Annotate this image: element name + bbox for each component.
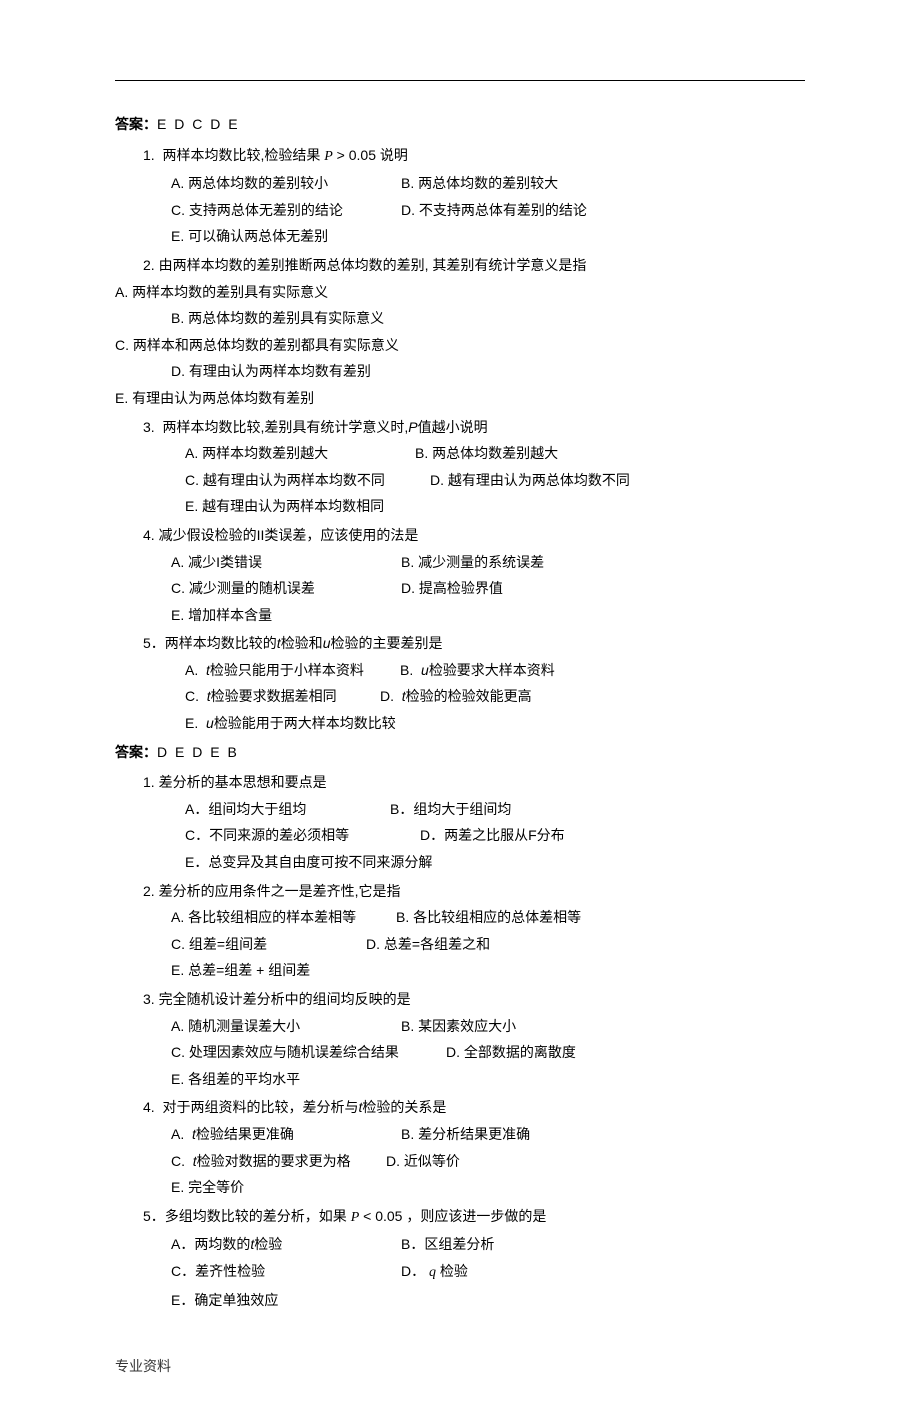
- s2-q3: 3. 完全随机设计差分析中的组间均反映的是 A. 随机测量误差大小 B. 某因素…: [115, 986, 805, 1092]
- s1-q4-c: C. 减少测量的随机误差: [171, 575, 401, 602]
- s1-q2-stem: 2. 由两样本均数的差别推断两总体均数的差别, 其差别有统计学意义是指: [129, 252, 805, 279]
- s1-q1-c: C. 支持两总体无差别的结论: [171, 197, 401, 224]
- s2-q1-d: D．两差之比服从F分布: [420, 822, 565, 849]
- s1-q2-a: A. 两样本均数的差别具有实际意义: [115, 279, 805, 306]
- s2-q3-stem: 3. 完全随机设计差分析中的组间均反映的是: [129, 986, 805, 1013]
- s1-q3: 3. 两样本均数比较,差别具有统计学意义时,P值越小说明 A. 两样本均数差别越…: [115, 414, 805, 520]
- s1-q2: 2. 由两样本均数的差别推断两总体均数的差别, 其差别有统计学意义是指 A. 两…: [115, 252, 805, 412]
- s2-q1-e: E．总变异及其自由度可按不同来源分解: [115, 849, 805, 876]
- s1-q1-b: B. 两总体均数的差别较大: [401, 170, 558, 197]
- s1-q3-e: E. 越有理由认为两样本均数相同: [115, 493, 805, 520]
- footer-text: 专业资料: [115, 1353, 805, 1380]
- s2-q4-c: C. t检验对数据的要求更为格: [171, 1148, 386, 1175]
- s2-q4-a: A. t检验结果更准确: [171, 1121, 401, 1148]
- s2-q2-b: B. 各比较组相应的总体差相等: [396, 904, 581, 931]
- s1-q2-d: D. 有理由认为两样本均数有差别: [115, 358, 805, 385]
- s2-q4: 4. 对于两组资料的比较，差分析与t检验的关系是 A. t检验结果更准确 B. …: [115, 1094, 805, 1200]
- s2-q5-c: C．差齐性检验: [171, 1258, 401, 1287]
- s2-q3-a: A. 随机测量误差大小: [171, 1013, 401, 1040]
- s2-q4-d: D. 近似等价: [386, 1148, 460, 1175]
- s1-q1-e: E. 可以确认两总体无差别: [115, 223, 805, 250]
- s2-q5-a: A．两均数的t检验: [171, 1231, 401, 1258]
- s2-q1-c: C．不同来源的差必须相等: [185, 822, 420, 849]
- s1-q4: 4. 减少假设检验的II类误差，应该使用的法是 A. 减少I类错误 B. 减少测…: [115, 522, 805, 628]
- s2-q2-c: C. 组差=组间差: [171, 931, 366, 958]
- s1-q4-stem: 4. 减少假设检验的II类误差，应该使用的法是: [129, 522, 805, 549]
- s1-q1-stem: 1. 两样本均数比较,检验结果 P > 0.05 说明: [129, 142, 805, 171]
- s1-q5-c: C. t检验要求数据差相同: [185, 683, 380, 710]
- s1-q4-b: B. 减少测量的系统误差: [401, 549, 544, 576]
- s2-q3-c: C. 处理因素效应与随机误差综合结果: [171, 1039, 446, 1066]
- s1-q3-stem: 3. 两样本均数比较,差别具有统计学意义时,P值越小说明: [129, 414, 805, 441]
- s2-q5: 5．多组均数比较的差分析，如果 P < 0.05 ，则应该进一步做的是 A．两均…: [115, 1203, 805, 1313]
- s2-q2-d: D. 总差=各组差之和: [366, 931, 490, 958]
- s2-q5-e: E．确定单独效应: [115, 1287, 805, 1314]
- s2-q3-e: E. 各组差的平均水平: [115, 1066, 805, 1093]
- s1-q3-d: D. 越有理由认为两总体均数不同: [430, 467, 630, 494]
- s1-q5-e: E. u检验能用于两大样本均数比较: [115, 710, 805, 737]
- s1-q2-c: C. 两样本和两总体均数的差别都具有实际意义: [115, 332, 805, 359]
- s1-q3-b: B. 两总体均数差别越大: [415, 440, 558, 467]
- s2-q5-stem: 5．多组均数比较的差分析，如果 P < 0.05 ，则应该进一步做的是: [129, 1203, 805, 1232]
- s2-q1-a: A．组间均大于组均: [185, 796, 390, 823]
- s2-q2-stem: 2. 差分析的应用条件之一是差齐性,它是指: [129, 878, 805, 905]
- s1-q5-d: D. t检验的检验效能更高: [380, 683, 532, 710]
- s2-q2-e: E. 总差=组差 + 组间差: [115, 957, 805, 984]
- s1-q3-a: A. 两样本均数差别越大: [185, 440, 415, 467]
- s1-q5-stem: 5．两样本均数比较的t检验和u检验的主要差别是: [129, 630, 805, 657]
- s2-q3-d: D. 全部数据的离散度: [446, 1039, 576, 1066]
- s2-q1-b: B．组均大于组间均: [390, 796, 511, 823]
- s1-q5-a: A. t检验只能用于小样本资料: [185, 657, 400, 684]
- s1-q1: 1. 两样本均数比较,检验结果 P > 0.05 说明 A. 两总体均数的差别较…: [115, 142, 805, 250]
- s2-q1: 1. 差分析的基本思想和要点是 A．组间均大于组均 B．组均大于组间均 C．不同…: [115, 769, 805, 875]
- s1-q4-e: E. 增加样本含量: [115, 602, 805, 629]
- s2-q4-e: E. 完全等价: [115, 1174, 805, 1201]
- s2-q5-d: D． q 检验: [401, 1258, 468, 1287]
- s2-q1-stem: 1. 差分析的基本思想和要点是: [129, 769, 805, 796]
- answer-block-2: 答案：D E D E B: [115, 739, 805, 766]
- top-rule: [115, 80, 805, 81]
- s2-q5-b: B．区组差分析: [401, 1231, 494, 1258]
- answer-value-2: D E D E B: [157, 744, 239, 760]
- s1-q1-d: D. 不支持两总体有差别的结论: [401, 197, 587, 224]
- s1-q3-c: C. 越有理由认为两样本均数不同: [185, 467, 430, 494]
- s1-q2-e: E. 有理由认为两总体均数有差别: [115, 385, 805, 412]
- s2-q2: 2. 差分析的应用条件之一是差齐性,它是指 A. 各比较组相应的样本差相等 B.…: [115, 878, 805, 984]
- s2-q3-b: B. 某因素效应大小: [401, 1013, 516, 1040]
- answer-block-1: 答案：E D C D E: [115, 111, 805, 138]
- s1-q2-b: B. 两总体均数的差别具有实际意义: [115, 305, 805, 332]
- s1-q5-b: B. u检验要求大样本资料: [400, 657, 555, 684]
- answer-value-1: E D C D E: [157, 116, 240, 132]
- s1-q4-a: A. 减少I类错误: [171, 549, 401, 576]
- s2-q4-b: B. 差分析结果更准确: [401, 1121, 530, 1148]
- answer-label-1: 答案：: [115, 116, 157, 132]
- s2-q2-a: A. 各比较组相应的样本差相等: [171, 904, 396, 931]
- s2-q4-stem: 4. 对于两组资料的比较，差分析与t检验的关系是: [129, 1094, 805, 1121]
- s1-q1-a: A. 两总体均数的差别较小: [171, 170, 401, 197]
- s1-q4-d: D. 提高检验界值: [401, 575, 503, 602]
- s1-q5: 5．两样本均数比较的t检验和u检验的主要差别是 A. t检验只能用于小样本资料 …: [115, 630, 805, 736]
- answer-label-2: 答案：: [115, 744, 157, 760]
